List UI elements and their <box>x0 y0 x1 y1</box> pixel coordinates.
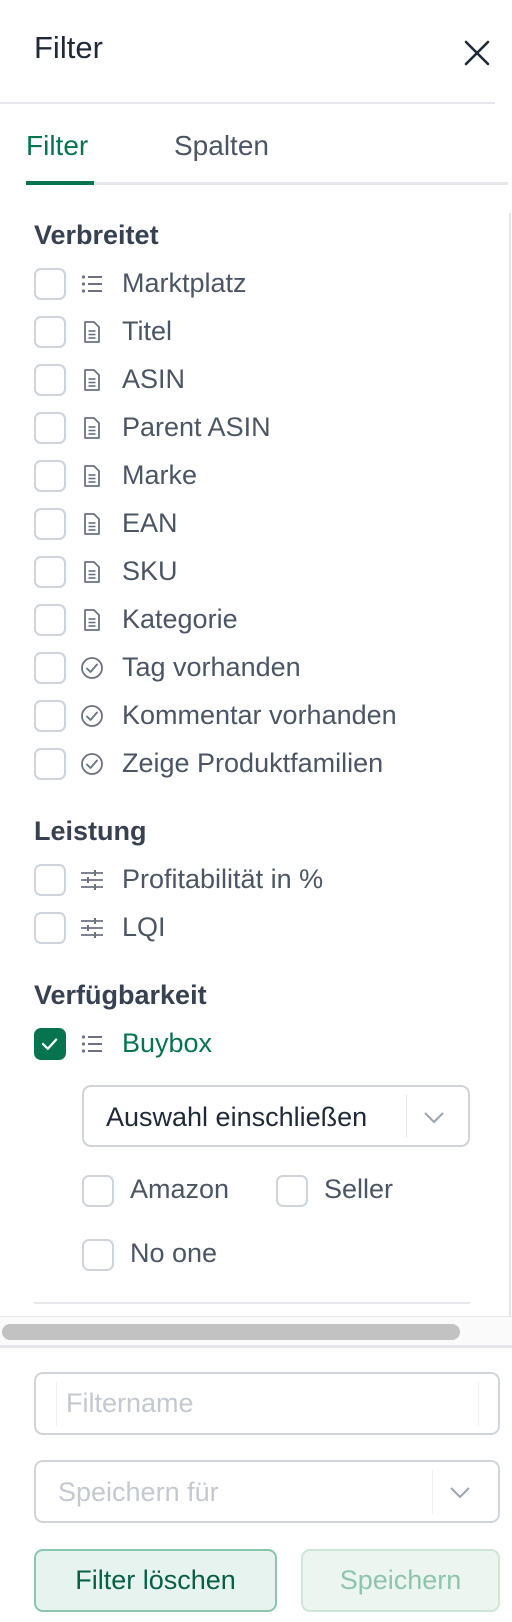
checkbox[interactable] <box>34 268 66 300</box>
buybox-mode-select[interactable]: Auswahl einschließen <box>82 1085 470 1147</box>
active-tab-indicator <box>26 181 94 185</box>
filter-item-label: Marktplatz <box>122 268 247 298</box>
select-separator <box>432 1470 433 1514</box>
filter-item-label: Tag vorhanden <box>122 652 301 682</box>
section-title-availability: Verfügbarkeit <box>34 980 207 1010</box>
filter-name-input[interactable] <box>38 1376 496 1431</box>
checkbox[interactable] <box>34 604 66 636</box>
checkbox[interactable] <box>34 864 66 896</box>
filter-item-tag-vorhanden[interactable]: Tag vorhanden <box>34 651 504 685</box>
filter-item-marktplatz[interactable]: Marktplatz <box>34 267 504 301</box>
filter-item-buybox[interactable]: Buybox <box>34 1027 504 1061</box>
filter-item-label: Kommentar vorhanden <box>122 700 397 730</box>
option-label: Seller <box>324 1174 394 1204</box>
footer-divider <box>0 1346 512 1348</box>
input-inner-border <box>478 1382 479 1426</box>
filter-item-label: LQI <box>122 912 166 942</box>
checkbox-checked[interactable] <box>34 1028 66 1060</box>
filter-name-field[interactable] <box>34 1372 500 1435</box>
close-icon[interactable] <box>462 38 492 68</box>
panel-title: Filter <box>34 30 103 65</box>
document-icon <box>80 512 104 536</box>
filter-item-label: Profitabilität in % <box>122 864 324 894</box>
filter-item-label: Titel <box>122 316 173 346</box>
filter-item-label: Zeige Produktfamilien <box>122 748 384 778</box>
chevron-down-icon <box>424 1112 444 1124</box>
chevron-down-icon <box>450 1487 470 1499</box>
section-title-common: Verbreitet <box>34 220 159 250</box>
clear-filter-button[interactable]: Filter löschen <box>34 1549 277 1612</box>
sliders-icon <box>80 916 104 940</box>
document-icon <box>80 608 104 632</box>
filter-item-kommentar-vorhanden[interactable]: Kommentar vorhanden <box>34 699 504 733</box>
vertical-scroll-track[interactable] <box>509 213 511 1316</box>
checkbox[interactable] <box>276 1175 308 1207</box>
save-button[interactable]: Speichern <box>301 1549 500 1612</box>
checkbox[interactable] <box>34 316 66 348</box>
checkbox[interactable] <box>34 556 66 588</box>
tab-bar: Filter Spalten <box>26 110 508 186</box>
save-for-placeholder: Speichern für <box>58 1477 219 1507</box>
document-icon <box>80 416 104 440</box>
option-label: Amazon <box>130 1174 230 1204</box>
filter-item-label: EAN <box>122 508 178 538</box>
check-circle-icon <box>80 704 104 728</box>
check-circle-icon <box>80 656 104 680</box>
buybox-mode-value: Auswahl einschließen <box>106 1102 368 1132</box>
filter-item-ean[interactable]: EAN <box>34 507 504 541</box>
filter-item-profitabilit-t-in[interactable]: Profitabilität in % <box>34 863 504 897</box>
document-icon <box>80 464 104 488</box>
filter-item-asin[interactable]: ASIN <box>34 363 504 397</box>
document-icon <box>80 368 104 392</box>
save-for-select[interactable]: Speichern für <box>34 1460 500 1523</box>
checkbox[interactable] <box>82 1239 114 1271</box>
tab-bar-divider <box>26 182 508 185</box>
filter-item-label: ASIN <box>122 364 186 394</box>
tab-columns[interactable]: Spalten <box>174 130 269 162</box>
filter-item-zeige-produktfamilien[interactable]: Zeige Produktfamilien <box>34 747 504 781</box>
document-icon <box>80 560 104 584</box>
section-divider <box>34 1302 470 1304</box>
checkbox[interactable] <box>34 748 66 780</box>
filter-item-label: Kategorie <box>122 604 238 634</box>
filter-item-label: SKU <box>122 556 178 586</box>
filter-item-lqi[interactable]: LQI <box>34 911 504 945</box>
checkbox[interactable] <box>82 1175 114 1207</box>
checkbox[interactable] <box>34 364 66 396</box>
checkbox[interactable] <box>34 700 66 732</box>
tab-filter[interactable]: Filter <box>26 130 88 162</box>
select-separator <box>406 1095 407 1137</box>
checkbox[interactable] <box>34 460 66 492</box>
sliders-icon <box>80 868 104 892</box>
section-title-performance: Leistung <box>34 816 147 846</box>
checkbox[interactable] <box>34 508 66 540</box>
check-circle-icon <box>80 752 104 776</box>
horizontal-scroll-thumb[interactable] <box>2 1324 460 1340</box>
filter-item-label: Buybox <box>122 1028 213 1058</box>
filter-item-parent-asin[interactable]: Parent ASIN <box>34 411 504 445</box>
checkbox[interactable] <box>34 412 66 444</box>
checkbox[interactable] <box>34 652 66 684</box>
list-icon <box>80 1032 104 1056</box>
filter-item-titel[interactable]: Titel <box>34 315 504 349</box>
panel-header: Filter <box>0 0 495 104</box>
list-icon <box>80 272 104 296</box>
filter-item-marke[interactable]: Marke <box>34 459 504 493</box>
filter-item-sku[interactable]: SKU <box>34 555 504 589</box>
option-label: No one <box>130 1238 218 1268</box>
filter-item-label: Marke <box>122 460 198 490</box>
checkbox[interactable] <box>34 912 66 944</box>
filter-item-kategorie[interactable]: Kategorie <box>34 603 504 637</box>
document-icon <box>80 320 104 344</box>
filter-item-label: Parent ASIN <box>122 412 271 442</box>
